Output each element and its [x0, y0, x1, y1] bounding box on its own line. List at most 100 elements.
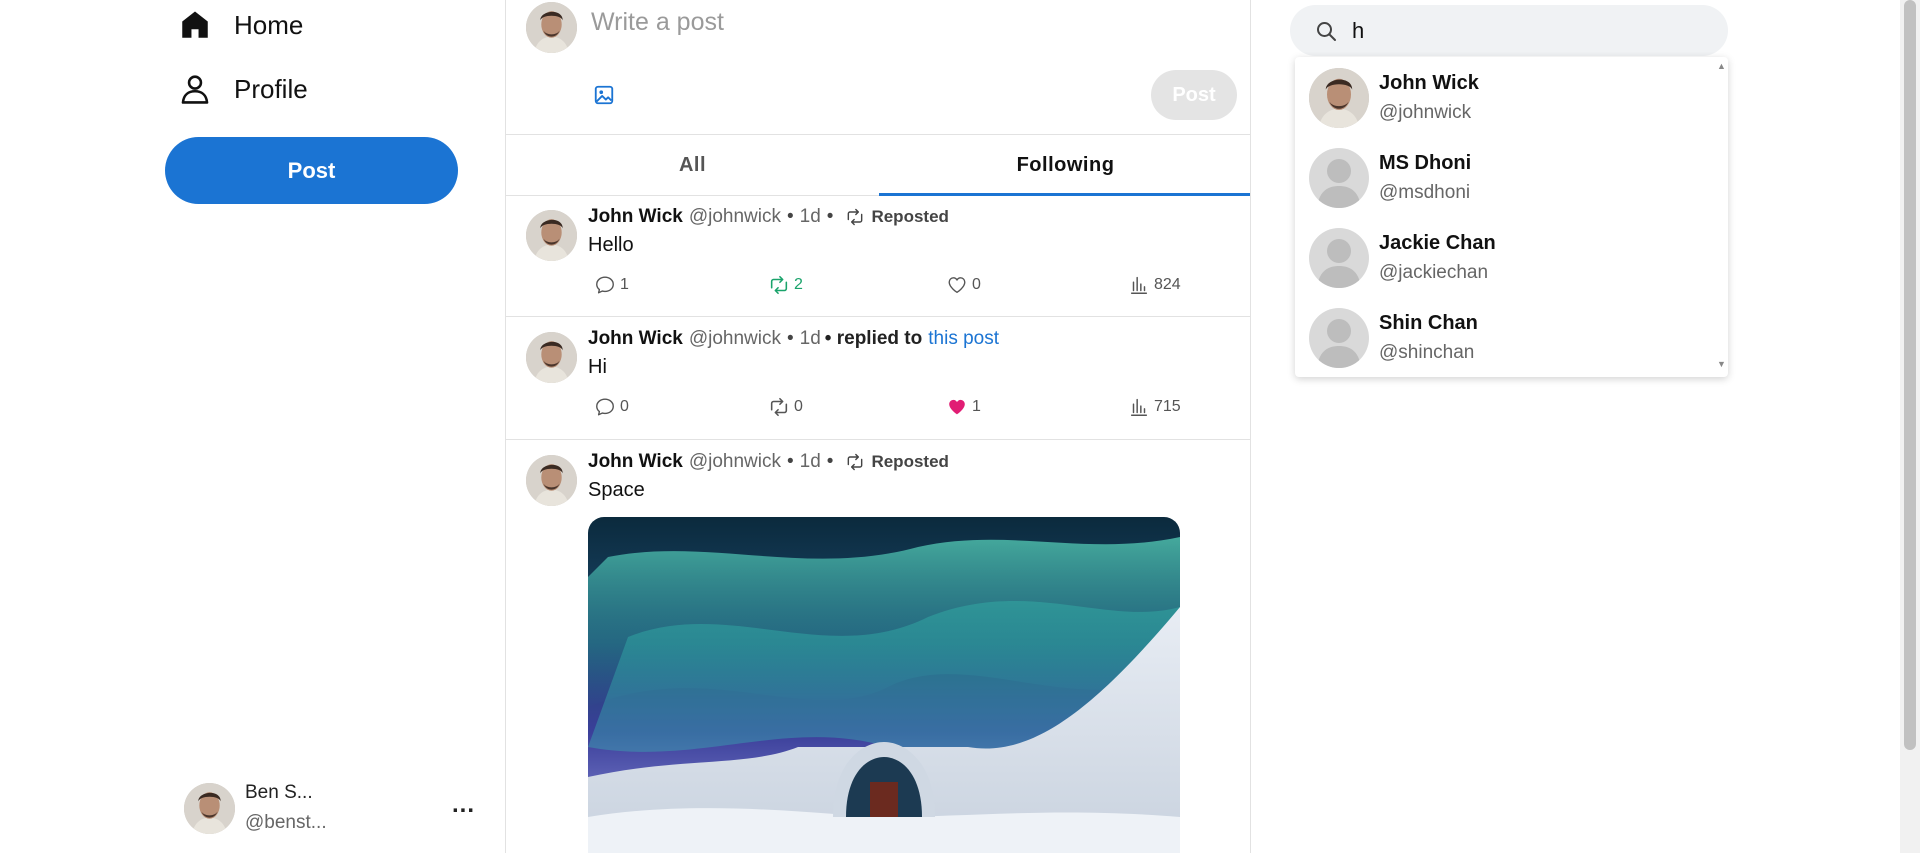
reply-count: 0 [620, 398, 629, 415]
replied-to-label: • replied to [824, 328, 923, 349]
post-handle: @johnwick [688, 328, 781, 349]
result-avatar [1309, 228, 1369, 288]
replied-post-link[interactable]: this post [928, 328, 999, 350]
post-text: Hello [588, 234, 634, 256]
separator-dot: • [787, 206, 794, 227]
dropdown-scrollbar[interactable]: ▲ ▼ [1714, 57, 1728, 377]
post-image-aurora[interactable] [588, 517, 1180, 853]
composer-input[interactable] [591, 4, 1151, 40]
repost-icon [768, 396, 790, 418]
post-handle: @johnwick [688, 451, 781, 472]
search-result-item[interactable]: John Wick @johnwick [1309, 63, 1689, 133]
repost-button[interactable]: 0 [768, 396, 803, 418]
reply-icon [594, 274, 616, 296]
reply-icon [594, 396, 616, 418]
post-actions: 1 2 0 824 [588, 274, 1188, 298]
repost-icon [843, 452, 867, 472]
result-avatar [1309, 148, 1369, 208]
result-name: Shin Chan [1379, 312, 1478, 334]
like-button[interactable]: 0 [946, 274, 981, 296]
image-icon[interactable] [593, 84, 615, 106]
current-user-handle: @benst... [245, 812, 327, 833]
current-user-name: Ben S... [245, 782, 313, 803]
views-icon [1128, 274, 1150, 296]
scroll-down-icon[interactable]: ▼ [1717, 359, 1726, 369]
repost-button[interactable]: 2 [768, 274, 803, 296]
post-actions: 0 0 1 715 [588, 396, 1188, 420]
result-name: John Wick [1379, 72, 1479, 94]
composer-post-button[interactable]: Post [1151, 70, 1237, 120]
sidebar-post-button[interactable]: Post [165, 137, 458, 204]
feed-tabs: All Following [506, 135, 1250, 196]
feed: Post All Following John Wick @johnwick •… [505, 0, 1251, 853]
repost-count: 0 [794, 398, 803, 415]
post-author[interactable]: John Wick [588, 206, 683, 228]
heart-icon [946, 274, 968, 296]
post-avatar[interactable] [526, 455, 577, 506]
search-result-item[interactable]: Shin Chan @shinchan [1309, 303, 1689, 373]
current-user-card[interactable]: Ben S... @benst... [184, 780, 484, 836]
result-handle: @msdhoni [1379, 182, 1471, 203]
search-icon [1317, 22, 1336, 41]
reply-button[interactable]: 1 [594, 274, 629, 296]
views-button[interactable]: 824 [1128, 274, 1181, 296]
post[interactable]: John Wick @johnwick • 1d • Reposted Spac… [506, 441, 1250, 853]
search-box[interactable] [1290, 5, 1728, 56]
result-avatar [1309, 308, 1369, 368]
reposted-tag: Reposted [843, 207, 949, 227]
post-author[interactable]: John Wick [588, 328, 683, 350]
views-button[interactable]: 715 [1128, 396, 1181, 418]
reply-button[interactable]: 0 [594, 396, 629, 418]
result-name: Jackie Chan [1379, 232, 1496, 254]
view-count: 715 [1154, 398, 1181, 415]
separator-dot: • [826, 206, 834, 227]
like-button[interactable]: 1 [946, 396, 981, 418]
repost-icon [768, 274, 790, 296]
page-scrollbar-thumb[interactable] [1904, 0, 1916, 750]
reposted-label: Reposted [871, 452, 949, 471]
nav-home[interactable]: Home [178, 8, 303, 42]
post-author[interactable]: John Wick [588, 451, 683, 473]
profile-icon [181, 75, 209, 104]
post-composer: Post [506, 0, 1250, 135]
tab-following[interactable]: Following [879, 135, 1250, 196]
scroll-up-icon[interactable]: ▲ [1717, 61, 1726, 71]
result-handle: @johnwick [1379, 102, 1472, 123]
result-name: MS Dhoni [1379, 152, 1472, 174]
separator-dot: • [787, 328, 794, 349]
search-result-item[interactable]: Jackie Chan @jackiechan [1309, 223, 1689, 293]
repost-icon [843, 207, 867, 227]
post-handle: @johnwick [688, 206, 781, 227]
nav-home-label: Home [234, 9, 304, 40]
like-count: 1 [972, 398, 981, 415]
current-user-avatar [184, 783, 235, 834]
page-scrollbar[interactable] [1900, 0, 1920, 853]
tab-all[interactable]: All [506, 135, 879, 195]
post[interactable]: John Wick @johnwick • 1d • Reposted Hell… [506, 196, 1250, 317]
post-avatar[interactable] [526, 210, 577, 261]
post-text: Space [588, 479, 645, 501]
reposted-tag: Reposted [843, 452, 949, 472]
search-result-item[interactable]: MS Dhoni @msdhoni [1309, 143, 1689, 213]
result-avatar [1309, 68, 1369, 128]
nav-profile-label: Profile [234, 73, 308, 104]
repost-count: 2 [794, 276, 803, 293]
reposted-label: Reposted [871, 207, 949, 226]
search-input[interactable] [1352, 13, 1692, 49]
post-time: 1d [799, 328, 821, 349]
like-count: 0 [972, 276, 981, 293]
left-sidebar: Home Profile Post Ben S... @benst... ... [0, 0, 505, 853]
result-handle: @jackiechan [1379, 262, 1489, 283]
post[interactable]: John Wick @johnwick • 1d • replied to th… [506, 318, 1250, 440]
more-options-button[interactable]: ... [452, 791, 475, 819]
nav-profile[interactable]: Profile [178, 72, 308, 106]
views-icon [1128, 396, 1150, 418]
separator-dot: • [826, 451, 834, 472]
separator-dot: • [787, 451, 794, 472]
home-icon [182, 11, 208, 38]
post-avatar[interactable] [526, 332, 577, 383]
search-results-dropdown: John Wick @johnwick MS Dhoni @msdhoni Ja… [1295, 57, 1728, 377]
post-time: 1d [799, 451, 821, 472]
post-text: Hi [588, 356, 607, 378]
result-handle: @shinchan [1379, 342, 1475, 363]
